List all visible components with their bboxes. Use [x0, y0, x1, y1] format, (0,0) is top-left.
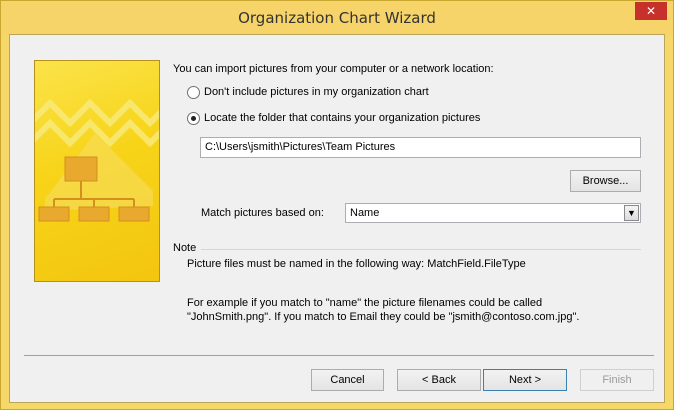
wizard-banner-image [34, 60, 160, 282]
next-button[interactable]: Next > [483, 369, 567, 391]
radio-locate-folder[interactable]: Locate the folder that contains your org… [187, 110, 480, 126]
match-label: Match pictures based on: [201, 207, 324, 219]
match-field-select[interactable]: Name ▼ [345, 203, 641, 223]
title-bar[interactable]: Organization Chart Wizard ✕ [1, 1, 673, 35]
close-icon: ✕ [645, 4, 657, 18]
wizard-body: You can import pictures from your comput… [9, 34, 665, 403]
radio-button[interactable] [187, 85, 200, 99]
close-button[interactable]: ✕ [635, 2, 667, 20]
note-title: Note [173, 242, 197, 254]
intro-text: You can import pictures from your comput… [173, 63, 494, 75]
radio-no-pictures[interactable]: Don't include pictures in my organizatio… [187, 84, 429, 100]
window-title: Organization Chart Wizard [238, 9, 436, 27]
radio-button-checked[interactable] [187, 111, 200, 125]
example-line-2: "JohnSmith.png". If you match to Email t… [187, 311, 580, 323]
folder-path-input[interactable]: C:\Users\jsmith\Pictures\Team Pictures [200, 137, 641, 158]
cancel-button[interactable]: Cancel [311, 369, 384, 391]
chevron-down-icon[interactable]: ▼ [624, 205, 639, 221]
org-chart-illustration [35, 98, 159, 222]
note-divider [201, 249, 641, 250]
radio-locate-folder-label[interactable]: Locate the folder that contains your org… [204, 112, 480, 124]
note-text: Picture files must be named in the follo… [187, 258, 526, 270]
footer-separator [24, 355, 654, 356]
example-text: For example if you match to "name" the p… [187, 296, 647, 324]
browse-button[interactable]: Browse... [570, 170, 641, 192]
wizard-window: Organization Chart Wizard ✕ You can impo… [0, 0, 674, 410]
match-field-value: Name [350, 207, 380, 219]
example-line-1: For example if you match to "name" the p… [187, 297, 543, 309]
back-button[interactable]: < Back [397, 369, 481, 391]
finish-button[interactable]: Finish [580, 369, 654, 391]
radio-no-pictures-label[interactable]: Don't include pictures in my organizatio… [204, 86, 429, 98]
